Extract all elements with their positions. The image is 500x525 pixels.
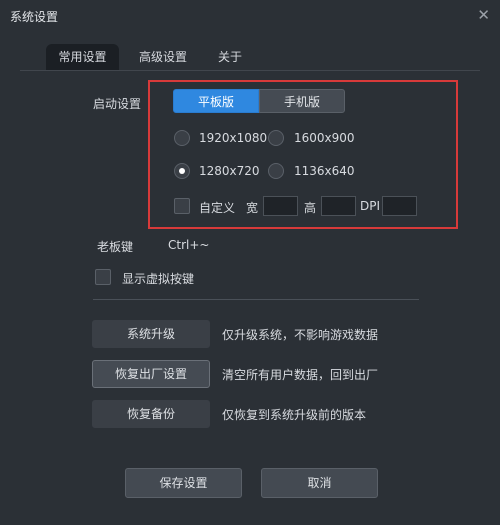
restore-backup-description: 仅恢复到系统升级前的版本: [222, 408, 367, 422]
divider: [93, 299, 419, 300]
radio-selected-dot: [179, 168, 185, 174]
virtual-keys-label: 显示虚拟按键: [122, 272, 195, 286]
resolution-radio-1280x720[interactable]: [174, 163, 190, 179]
tab-bar: 常用设置 高级设置 关于: [20, 44, 480, 71]
boss-key-label: 老板键: [97, 240, 134, 254]
resolution-radio-1600x900[interactable]: [268, 130, 284, 146]
startup-label: 启动设置: [93, 97, 142, 111]
boss-key-value[interactable]: Ctrl+~: [168, 238, 209, 252]
custom-height-input[interactable]: [321, 196, 356, 216]
mode-tablet-button[interactable]: 平板版: [173, 89, 259, 113]
title-bar: 系统设置 ✕: [0, 0, 500, 32]
virtual-keys-checkbox[interactable]: [95, 269, 111, 285]
window-title: 系统设置: [10, 10, 59, 24]
custom-resolution-label: 自定义: [199, 201, 236, 215]
resolution-label-1920x1080: 1920x1080: [199, 131, 268, 145]
resolution-label-1280x720: 1280x720: [199, 164, 260, 178]
save-settings-button[interactable]: 保存设置: [125, 468, 242, 498]
tab-general[interactable]: 常用设置: [46, 44, 119, 70]
close-icon[interactable]: ✕: [477, 6, 490, 24]
factory-reset-button[interactable]: 恢复出厂设置: [92, 360, 210, 388]
custom-width-label: 宽: [246, 201, 259, 215]
resolution-label-1136x640: 1136x640: [294, 164, 355, 178]
resolution-label-1600x900: 1600x900: [294, 131, 355, 145]
mode-phone-button[interactable]: 手机版: [259, 89, 345, 113]
restore-backup-button[interactable]: 恢复备份: [92, 400, 210, 428]
tab-about[interactable]: 关于: [210, 44, 250, 70]
resolution-radio-1920x1080[interactable]: [174, 130, 190, 146]
factory-reset-description: 清空所有用户数据，回到出厂: [222, 368, 379, 382]
system-upgrade-description: 仅升级系统，不影响游戏数据: [222, 328, 379, 342]
system-upgrade-button[interactable]: 系统升级: [92, 320, 210, 348]
resolution-radio-1136x640[interactable]: [268, 163, 284, 179]
cancel-button[interactable]: 取消: [261, 468, 378, 498]
custom-width-input[interactable]: [263, 196, 298, 216]
custom-resolution-checkbox[interactable]: [174, 198, 190, 214]
custom-dpi-label: DPI: [360, 199, 381, 213]
custom-height-label: 高: [304, 201, 317, 215]
tab-advanced[interactable]: 高级设置: [125, 44, 201, 70]
custom-dpi-input[interactable]: [382, 196, 417, 216]
